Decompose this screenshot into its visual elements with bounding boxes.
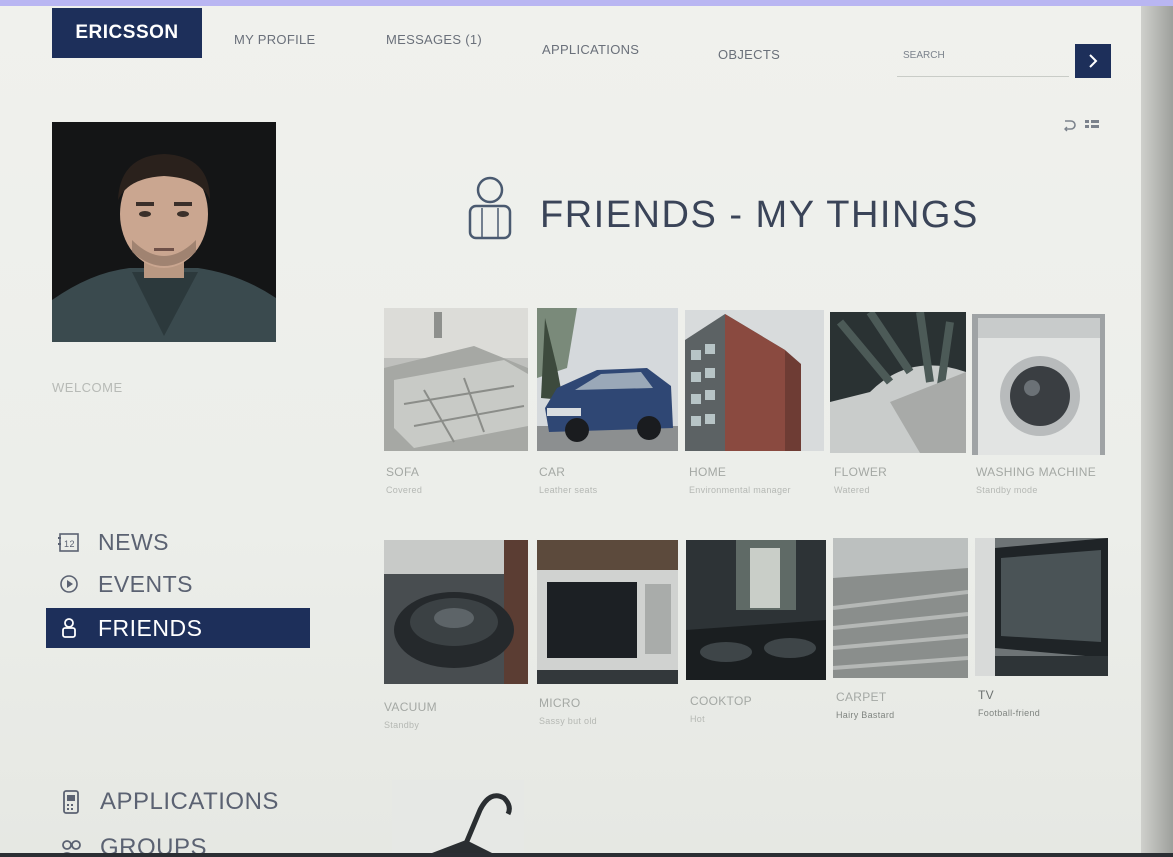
search-button[interactable] <box>1075 44 1111 78</box>
thing-caption: COOKTOP Hot <box>690 694 830 726</box>
nav-objects[interactable]: OBJECTS <box>718 47 780 62</box>
chevron-right-icon <box>1089 54 1098 68</box>
thing-name: CAR <box>539 465 566 479</box>
thing-caption: CARPET Hairy Bastard <box>836 690 971 722</box>
page: ERICSSON MY PROFILE MESSAGES (1) APPLICA… <box>0 6 1141 853</box>
sidebar-item-label: FRIENDS <box>98 614 203 641</box>
thing-name: MICRO <box>539 696 581 710</box>
thing-tile-car[interactable] <box>537 308 678 451</box>
thing-status: Football-friend <box>978 708 1041 718</box>
sidebar-item-friends[interactable]: FRIENDS <box>46 608 310 648</box>
search-input[interactable] <box>897 40 1063 70</box>
svg-text:12: 12 <box>64 539 75 549</box>
thing-name: CARPET <box>836 690 887 704</box>
thing-name: SOFA <box>386 465 420 479</box>
thing-caption: WASHING MACHINE Standby mode <box>976 465 1109 497</box>
thing-status: Environmental manager <box>689 485 791 495</box>
sidebar-item-label: EVENTS <box>98 570 194 597</box>
thing-tile-vacuum[interactable] <box>384 540 528 684</box>
calendar-icon: 12 <box>54 531 84 553</box>
welcome-text: WELCOME <box>52 380 123 395</box>
washing-machine-image <box>972 314 1105 455</box>
thing-name: HOME <box>689 465 727 479</box>
avatar <box>52 122 276 342</box>
thing-name: WASHING MACHINE <box>976 465 1097 479</box>
thing-caption: TV Football-friend <box>978 688 1111 720</box>
sofa-image <box>384 308 528 451</box>
thing-caption: HOME Environmental manager <box>689 465 828 497</box>
home-image <box>685 310 824 451</box>
sidebar-item-label: APPLICATIONS <box>100 788 279 815</box>
view-tools <box>1062 118 1100 132</box>
microwave-image <box>537 540 678 684</box>
person-icon <box>54 617 84 639</box>
thing-tile-sofa[interactable] <box>384 308 528 451</box>
play-circle-icon <box>54 574 84 594</box>
sidebar-item-news[interactable]: 12 NEWS <box>46 522 310 562</box>
thing-status: Leather seats <box>539 485 598 495</box>
thing-tile-umbrella[interactable] <box>392 780 524 853</box>
thing-tile-flower[interactable] <box>830 312 966 453</box>
thing-caption: FLOWER Watered <box>834 465 970 497</box>
sidebar-item-label: NEWS <box>98 528 169 555</box>
person-icon <box>468 176 512 240</box>
flower-image <box>830 312 966 453</box>
screen-bezel-right <box>1141 6 1173 857</box>
thing-name: FLOWER <box>834 465 888 479</box>
sidebar-item-groups[interactable]: GROUPS <box>48 828 312 853</box>
thing-tile-micro[interactable] <box>537 540 678 684</box>
thing-status: Hairy Bastard <box>836 710 895 720</box>
tv-image <box>975 538 1108 676</box>
refresh-icon[interactable] <box>1062 118 1076 132</box>
thing-status: Sassy but old <box>539 716 597 726</box>
group-icon <box>56 837 86 853</box>
screen-bezel-bottom <box>0 853 1173 857</box>
sidebar-item-applications[interactable]: APPLICATIONS <box>48 782 312 822</box>
thing-status: Standby mode <box>976 485 1038 495</box>
thing-name: VACUUM <box>384 700 437 714</box>
ericsson-logo[interactable]: ERICSSON <box>52 8 202 58</box>
search-box <box>897 40 1069 77</box>
thing-tile-carpet[interactable] <box>833 538 968 678</box>
thing-name: TV <box>978 688 994 702</box>
thing-caption: MICRO Sassy but old <box>539 696 680 728</box>
nav-applications[interactable]: APPLICATIONS <box>542 42 639 57</box>
thing-status: Watered <box>834 485 870 495</box>
umbrella-image <box>392 780 524 853</box>
thing-caption: CAR Leather seats <box>539 465 680 497</box>
sidebar-item-events[interactable]: EVENTS <box>46 564 310 604</box>
nav-messages[interactable]: MESSAGES (1) <box>386 32 482 47</box>
thing-tile-cooktop[interactable] <box>686 540 826 680</box>
thing-caption: SOFA Covered <box>386 465 530 497</box>
vacuum-image <box>384 540 528 684</box>
thing-tile-tv[interactable] <box>975 538 1108 676</box>
page-heading: FRIENDS - MY THINGS <box>462 172 979 242</box>
profile-photo[interactable] <box>52 122 276 342</box>
grid-view-icon[interactable] <box>1084 118 1100 132</box>
nav-my-profile[interactable]: MY PROFILE <box>234 32 316 47</box>
thing-tile-home[interactable] <box>685 310 824 451</box>
phone-icon <box>56 789 86 815</box>
page-title: FRIENDS - MY THINGS <box>540 193 979 236</box>
thing-name: COOKTOP <box>690 694 752 708</box>
thing-status: Hot <box>690 714 705 724</box>
car-image <box>537 308 678 451</box>
thing-caption: VACUUM Standby <box>384 700 528 732</box>
thing-status: Standby <box>384 720 420 730</box>
carpet-image <box>833 538 968 678</box>
sidebar-item-label: GROUPS <box>100 834 208 853</box>
thing-tile-washing-machine[interactable] <box>972 314 1105 455</box>
thing-status: Covered <box>386 485 423 495</box>
cooktop-image <box>686 540 826 680</box>
